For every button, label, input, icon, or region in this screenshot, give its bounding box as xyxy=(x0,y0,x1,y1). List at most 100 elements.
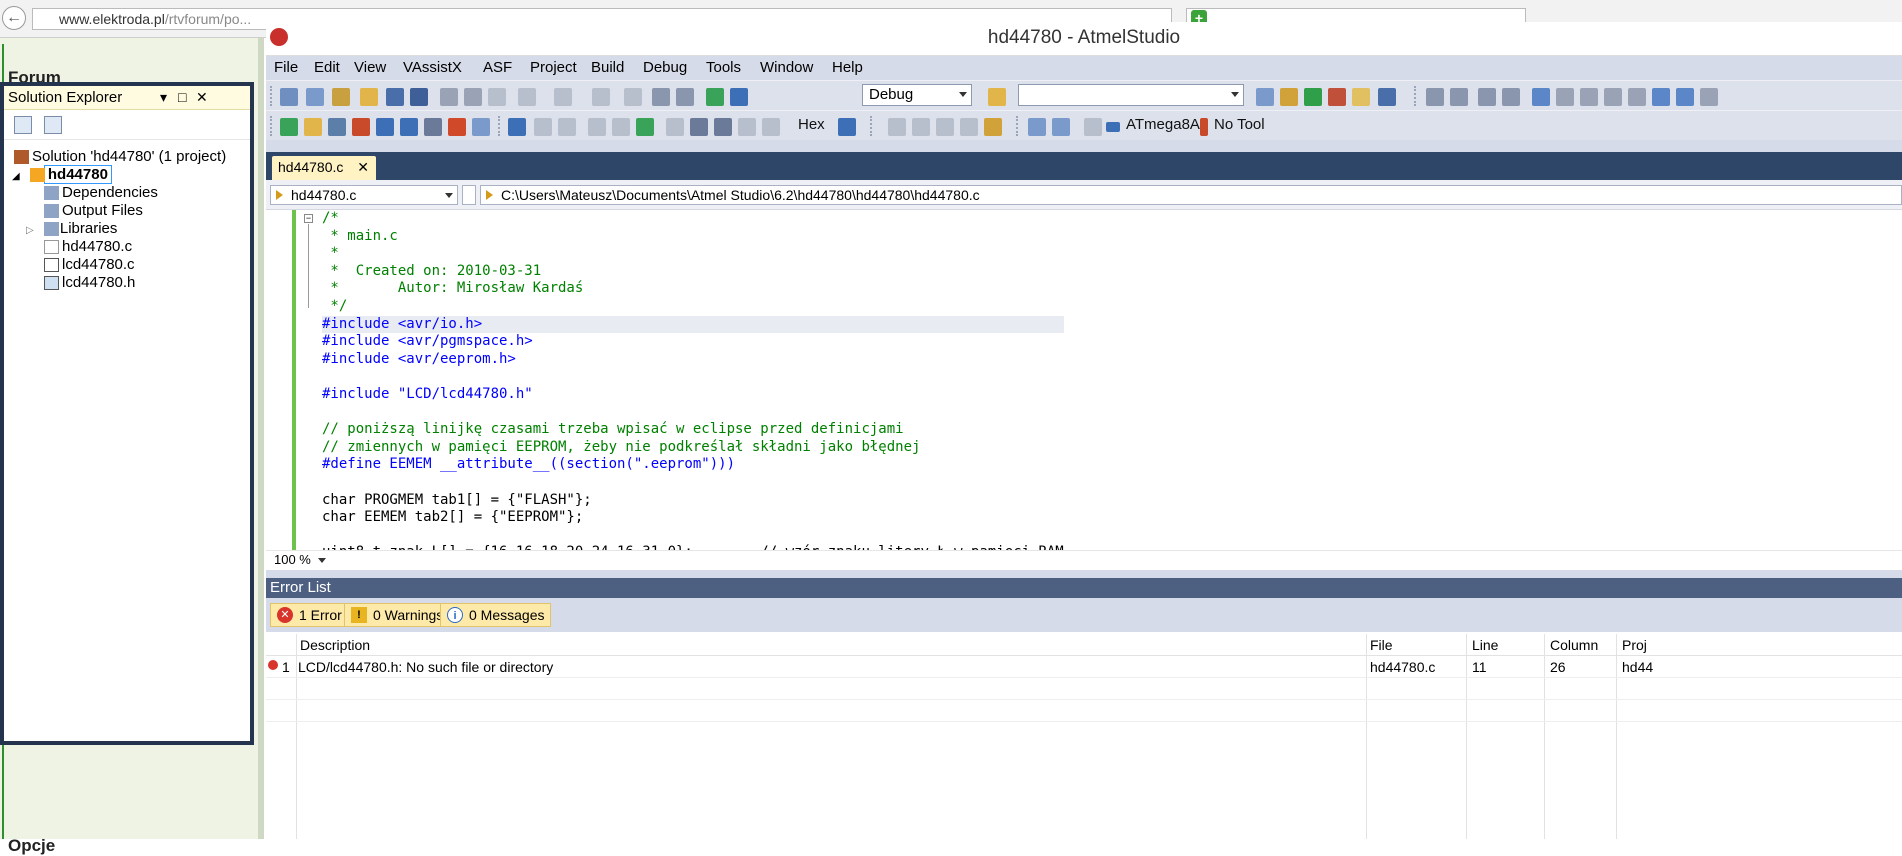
errors-filter-button[interactable]: ✕ 1 Error xyxy=(270,603,349,627)
menu-window[interactable]: Window xyxy=(760,59,813,76)
prev-bookmark-folder-icon[interactable] xyxy=(1604,88,1622,106)
redo-icon[interactable] xyxy=(554,88,572,106)
code-line[interactable]: * xyxy=(322,245,1064,263)
code-line[interactable]: // zmiennych w pamięci EEPROM, żeby nie … xyxy=(322,439,1064,457)
toolbar-grip[interactable] xyxy=(498,116,502,136)
disassembly-icon[interactable] xyxy=(984,118,1002,136)
stop-icon[interactable] xyxy=(558,118,576,136)
pause-icon[interactable] xyxy=(612,118,630,136)
code-line[interactable]: #define EEMEM __attribute__((section(".e… xyxy=(322,456,1064,474)
toolbar-grip[interactable] xyxy=(270,116,274,136)
clean-icon[interactable] xyxy=(352,118,370,136)
code-line[interactable] xyxy=(322,527,1064,545)
spell-check-icon[interactable] xyxy=(448,118,466,136)
code-line[interactable]: * Autor: Mirosław Kardaś xyxy=(322,280,1064,298)
code-line[interactable] xyxy=(322,474,1064,492)
outdent-icon[interactable] xyxy=(1450,88,1468,106)
run-to-cursor-icon[interactable] xyxy=(738,118,756,136)
code-line[interactable]: // poniższą linijkę czasami trzeba wpisa… xyxy=(322,421,1064,439)
prev-document-bookmark-icon[interactable] xyxy=(1652,88,1670,106)
reset-icon[interactable] xyxy=(666,118,684,136)
collapse-arrow-icon[interactable]: ◢ xyxy=(12,171,20,182)
path-select[interactable]: C:\Users\Mateusz\Documents\Atmel Studio\… xyxy=(480,185,1902,205)
build-solution-icon[interactable] xyxy=(376,118,394,136)
continue-icon[interactable] xyxy=(636,118,654,136)
window-icon[interactable] xyxy=(1378,88,1396,106)
navigate-backward-icon[interactable] xyxy=(592,88,610,106)
menu-view[interactable]: View xyxy=(354,59,386,76)
next-document-bookmark-icon[interactable] xyxy=(1676,88,1694,106)
export-icon[interactable] xyxy=(1304,88,1322,106)
next-bookmark-folder-icon[interactable] xyxy=(1628,88,1646,106)
save-icon[interactable] xyxy=(386,88,404,106)
configuration-select[interactable]: Debug xyxy=(862,84,972,106)
hex-toggle[interactable]: Hex xyxy=(798,116,825,133)
close-tab-icon[interactable]: ✕ xyxy=(357,159,369,176)
code-line[interactable] xyxy=(322,368,1064,386)
save-all-icon[interactable] xyxy=(410,88,428,106)
bookmark-icon[interactable] xyxy=(1532,88,1550,106)
find-icon[interactable] xyxy=(676,88,694,106)
menu-tools[interactable]: Tools xyxy=(706,59,741,76)
menu-edit[interactable]: Edit xyxy=(314,59,340,76)
toolbox-icon[interactable] xyxy=(1328,88,1346,106)
maximize-icon[interactable]: □ xyxy=(178,89,186,105)
warnings-filter-button[interactable]: ! 0 Warnings xyxy=(344,603,451,627)
code-line[interactable]: * Created on: 2010-03-31 xyxy=(322,263,1064,281)
cut-icon[interactable] xyxy=(440,88,458,106)
code-text[interactable]: /* * main.c * * Created on: 2010-03-31 *… xyxy=(322,210,1064,550)
messages-filter-button[interactable]: i 0 Messages xyxy=(440,603,552,627)
step-into-icon[interactable] xyxy=(534,118,552,136)
rebuild-solution-icon[interactable] xyxy=(400,118,418,136)
code-line[interactable]: char PROGMEM tab1[] = {"FLASH"}; xyxy=(322,492,1064,510)
batch-build-icon[interactable] xyxy=(472,118,490,136)
copy-icon[interactable] xyxy=(464,88,482,106)
collapse-all-icon[interactable] xyxy=(14,116,32,134)
error-row[interactable]: 1 LCD/lcd44780.h: No such file or direct… xyxy=(266,656,1902,678)
menu-debug[interactable]: Debug xyxy=(643,59,687,76)
properties-icon[interactable] xyxy=(44,116,62,134)
uncomment-icon[interactable] xyxy=(1502,88,1520,106)
code-line[interactable]: /* xyxy=(322,210,1064,228)
tool-icon[interactable] xyxy=(1052,118,1070,136)
erase-icon[interactable] xyxy=(1084,118,1102,136)
code-line[interactable]: * main.c xyxy=(322,228,1064,246)
code-line[interactable]: #include <avr/io.h> xyxy=(322,315,1064,334)
toolbar-grip[interactable] xyxy=(270,86,274,106)
toolbar-grip[interactable] xyxy=(1016,116,1020,136)
navigate-forward-icon[interactable] xyxy=(624,88,642,106)
device-icon[interactable] xyxy=(1028,118,1046,136)
code-line[interactable]: #include <avr/eeprom.h> xyxy=(322,351,1064,369)
memory-icon[interactable] xyxy=(888,118,906,136)
tab-hd44780-c[interactable]: hd44780.c ✕ xyxy=(272,156,376,180)
rebuild-icon[interactable] xyxy=(328,118,346,136)
add-item-icon[interactable] xyxy=(332,88,350,106)
start-debugging-icon[interactable] xyxy=(706,88,724,106)
code-line[interactable]: */ xyxy=(322,298,1064,316)
comment-icon[interactable] xyxy=(1478,88,1496,106)
platform-select[interactable] xyxy=(1018,84,1244,106)
column-column[interactable]: Column xyxy=(1550,637,1598,653)
paste-icon[interactable] xyxy=(488,88,506,106)
indent-icon[interactable] xyxy=(1426,88,1444,106)
toolbar-grip[interactable] xyxy=(1414,86,1418,106)
device-programming-icon[interactable] xyxy=(988,88,1006,106)
split-spinner[interactable] xyxy=(462,185,476,205)
zoom-select[interactable]: 100 % xyxy=(270,552,330,569)
undo-icon[interactable] xyxy=(518,88,536,106)
dropdown-arrow-icon[interactable]: ▾ xyxy=(160,89,167,106)
solution-explorer-icon[interactable] xyxy=(652,88,670,106)
start-debug-break-icon[interactable] xyxy=(508,118,526,136)
show-next-statement-icon[interactable] xyxy=(762,118,780,136)
column-description[interactable]: Description xyxy=(300,637,370,653)
clear-bookmarks-icon[interactable] xyxy=(1700,88,1718,106)
new-project-icon[interactable] xyxy=(280,88,298,106)
column-file[interactable]: File xyxy=(1370,637,1393,653)
open-file-icon[interactable] xyxy=(360,88,378,106)
menu-build[interactable]: Build xyxy=(591,59,624,76)
close-icon[interactable]: ✕ xyxy=(196,89,208,106)
restart-icon[interactable] xyxy=(588,118,606,136)
io-view-icon[interactable] xyxy=(936,118,954,136)
tool-label[interactable]: No Tool xyxy=(1214,116,1265,133)
menu-asf[interactable]: ASF xyxy=(483,59,512,76)
